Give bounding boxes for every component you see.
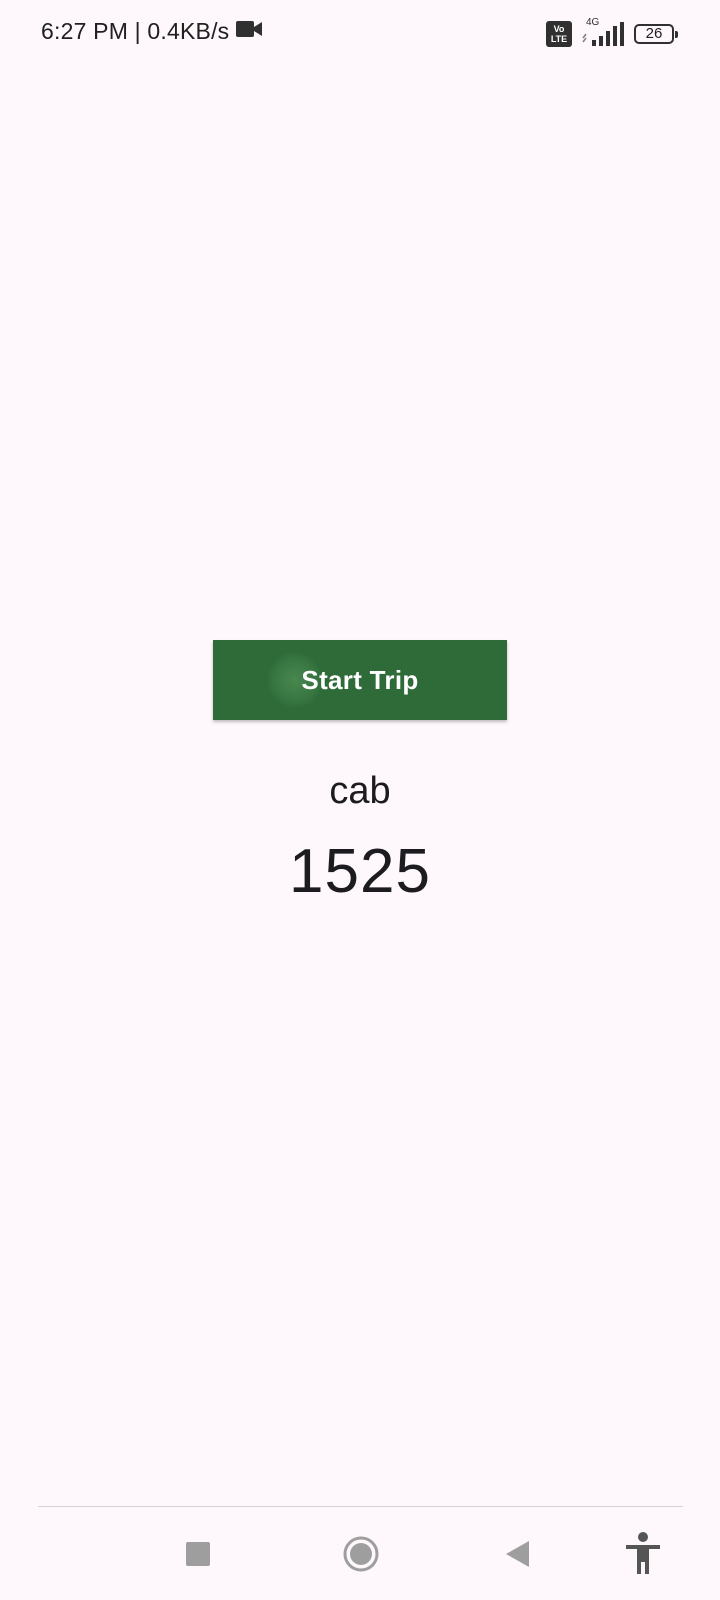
status-left: 6:27 PM | 0.4KB/s (41, 18, 263, 45)
status-right: Vo LTE 4G 26 (546, 17, 678, 48)
signal-icon: 4G (580, 17, 626, 48)
back-button[interactable] (482, 1507, 552, 1600)
vehicle-type-label: cab (329, 770, 391, 812)
network-type-label: 4G (586, 17, 600, 28)
start-trip-button[interactable]: Start Trip (213, 640, 507, 720)
accessibility-person-icon (626, 1531, 660, 1574)
recents-button[interactable] (163, 1507, 233, 1600)
status-time-speed: 6:27 PM | 0.4KB/s (41, 18, 230, 44)
navigation-bar (0, 1507, 720, 1600)
accessibility-button[interactable] (608, 1507, 678, 1600)
circle-icon (343, 1536, 379, 1571)
square-icon (186, 1541, 210, 1566)
battery-level: 26 (645, 25, 663, 42)
volte-line2: LTE (550, 34, 568, 44)
triangle-back-icon (506, 1540, 529, 1567)
home-button[interactable] (326, 1507, 396, 1600)
volte-icon: Vo LTE (546, 21, 572, 47)
start-trip-label: Start Trip (301, 664, 419, 695)
trip-number: 1525 (289, 837, 431, 906)
video-camera-icon (235, 18, 263, 45)
volte-line1: Vo (553, 24, 565, 34)
battery-icon: 26 (634, 24, 678, 44)
status-bar: 6:27 PM | 0.4KB/s Vo LTE 4G 26 (0, 0, 720, 72)
